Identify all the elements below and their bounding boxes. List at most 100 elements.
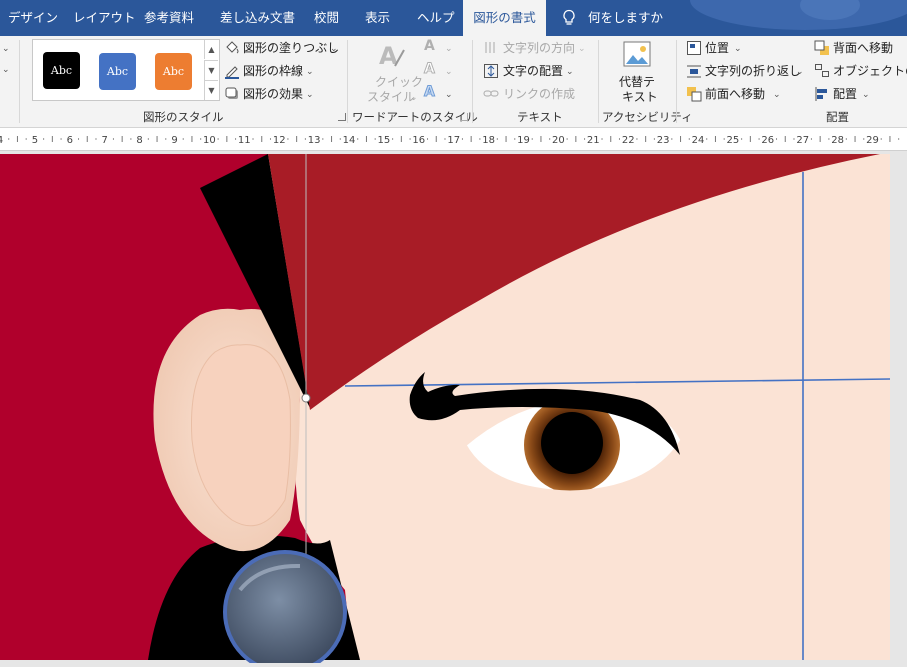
chevron-down-icon[interactable]: ⌄ — [306, 90, 314, 100]
shape-style-swatch-blue[interactable]: Abc — [99, 53, 136, 90]
tab-layout[interactable]: レイアウト — [73, 0, 136, 36]
paint-bucket-icon — [226, 41, 239, 54]
tell-me-search[interactable]: 何をしますか — [588, 0, 663, 36]
chevron-down-icon[interactable]: ⌄ — [2, 44, 10, 54]
position-icon — [687, 41, 701, 55]
horizontal-ruler[interactable]: 4 5 6 7 8 9 10 11 12 13 14 15 16 17 18 19 20 21 22 23 24 25 26… — [0, 128, 907, 151]
group-separator — [676, 40, 677, 123]
ruler-label: 24 — [692, 135, 705, 146]
ruler-label: 14 — [343, 135, 356, 146]
selection-pane-button[interactable]: オブジェクトの選択 — [833, 63, 907, 79]
align-objects-button[interactable]: 配置 — [833, 86, 857, 102]
chevron-down-icon[interactable]: ⌄ — [445, 90, 453, 100]
lightbulb-icon[interactable] — [561, 9, 577, 27]
send-backward-button[interactable]: 背面へ移動 — [833, 40, 893, 56]
quick-style-label-1[interactable]: クイック — [375, 74, 423, 90]
ruler-label: 11 — [238, 135, 251, 146]
eye-pupil — [541, 412, 603, 474]
align-text-icon — [484, 64, 498, 78]
ruler-label: 27 — [796, 135, 809, 146]
ruler-label: 18 — [482, 135, 495, 146]
text-direction-button[interactable]: 文字列の方向 — [503, 40, 575, 56]
quick-style-label-2[interactable]: スタイル — [367, 89, 415, 105]
tab-shape-format[interactable]: 図形の書式 — [463, 0, 546, 36]
align-text-button[interactable]: 文字の配置 — [503, 63, 563, 79]
quick-style-icon: A — [379, 42, 405, 70]
shape-fill-button[interactable]: 図形の塗りつぶし — [243, 40, 339, 56]
chevron-down-icon[interactable]: ⌄ — [2, 65, 10, 75]
ruler-label: 5 — [32, 135, 38, 146]
chevron-down-icon[interactable]: ⌄ — [410, 93, 418, 103]
shape-style-swatch-black-label: Abc — [50, 64, 73, 77]
ribbon-tab-bar: デザイン レイアウト 参考資料 差し込み文書 校閲 表示 ヘルプ 図形の書式 何… — [0, 0, 907, 36]
create-link-button[interactable]: リンクの作成 — [503, 86, 575, 102]
ruler-label: 7 — [102, 135, 108, 146]
tab-review[interactable]: 校閲 — [314, 0, 339, 36]
shape-effects-button[interactable]: 図形の効果 — [243, 86, 303, 102]
group-separator — [472, 40, 473, 123]
chevron-down-icon[interactable]: ⌄ — [445, 44, 453, 54]
tab-help[interactable]: ヘルプ — [417, 0, 455, 36]
position-button[interactable]: 位置 — [705, 40, 729, 56]
shape-style-swatch-orange[interactable]: Abc — [155, 53, 192, 90]
alt-text-label-1[interactable]: 代替テ — [619, 74, 655, 90]
earring-shape — [223, 550, 347, 667]
ruler-label: 10 — [203, 135, 216, 146]
illustration — [0, 151, 907, 667]
chevron-down-icon[interactable]: ⌄ — [566, 67, 574, 77]
tab-design[interactable]: デザイン — [8, 0, 58, 36]
chevron-down-icon[interactable]: ⌄ — [862, 90, 870, 100]
bring-forward-button[interactable]: 前面へ移動 — [705, 86, 765, 102]
group-label-shape-styles: 図形のスタイル — [143, 110, 224, 124]
shape-effects-icon — [225, 87, 238, 99]
gallery-more-button[interactable]: ▼ — [204, 80, 218, 100]
alt-text-icon — [623, 41, 651, 67]
dialog-launcher-icon[interactable] — [460, 113, 468, 121]
title-bar-decoration — [690, 0, 907, 30]
text-effects-icon[interactable]: A — [424, 84, 436, 101]
tab-references[interactable]: 参考資料 — [144, 0, 194, 36]
chevron-down-icon[interactable]: ⌄ — [796, 67, 804, 77]
ruler-label: 4 — [0, 135, 3, 146]
chevron-down-icon[interactable]: ⌄ — [734, 44, 742, 54]
tab-view[interactable]: 表示 — [365, 0, 390, 36]
group-label-text: テキスト — [517, 110, 563, 124]
send-backward-icon — [814, 40, 829, 55]
group-label-arrange: 配置 — [826, 110, 849, 124]
ruler-ticks: 4 5 6 7 8 9 10 11 12 13 14 15 16 17 18 19 20 21 22 23 24 25 26… — [0, 135, 900, 146]
ribbon: ⌄ ⌄ Abc Abc Abc ▲ ▼ ▼ Abc 図形の塗りつぶし ⌄ 図形の… — [0, 36, 907, 128]
ruler-label: 9 — [171, 135, 177, 146]
chevron-down-icon[interactable]: ⌄ — [330, 44, 338, 54]
align-objects-icon — [815, 87, 827, 101]
group-separator — [19, 40, 20, 123]
ruler-label: 22 — [622, 135, 635, 146]
gallery-scroll-up-button[interactable]: ▲ — [204, 40, 218, 59]
text-outline-icon[interactable]: A — [424, 61, 436, 78]
ruler-label: 29 — [866, 135, 879, 146]
ruler-label: 17 — [447, 135, 460, 146]
alt-text-label-2[interactable]: キスト — [622, 89, 658, 105]
tab-mailings[interactable]: 差し込み文書 — [220, 0, 295, 36]
chevron-down-icon[interactable]: ⌄ — [445, 67, 453, 77]
pen-outline-icon — [225, 66, 239, 79]
selection-handle[interactable] — [301, 393, 311, 403]
gallery-scroll-down-button[interactable]: ▼ — [204, 60, 218, 80]
ruler-label: 19 — [517, 135, 530, 146]
wrap-text-button[interactable]: 文字列の折り返し — [705, 63, 801, 79]
chevron-down-icon[interactable]: ⌄ — [773, 90, 781, 100]
text-fill-icon[interactable]: A — [424, 38, 435, 54]
ruler-label: 12 — [273, 135, 286, 146]
ruler-label: 20 — [552, 135, 565, 146]
dialog-launcher-icon[interactable] — [338, 113, 346, 121]
chevron-down-icon[interactable]: ⌄ — [578, 44, 586, 54]
ruler-label: 23 — [657, 135, 670, 146]
ruler-label: 21 — [587, 135, 600, 146]
document-canvas[interactable] — [0, 151, 907, 667]
group-separator — [347, 40, 348, 123]
ruler-label: 16 — [412, 135, 425, 146]
text-direction-icon — [485, 42, 495, 53]
chevron-down-icon[interactable]: ⌄ — [306, 67, 314, 77]
selection-pane-icon — [815, 64, 829, 77]
shape-outline-button[interactable]: 図形の枠線 — [243, 63, 303, 79]
wrap-text-icon — [687, 65, 701, 78]
